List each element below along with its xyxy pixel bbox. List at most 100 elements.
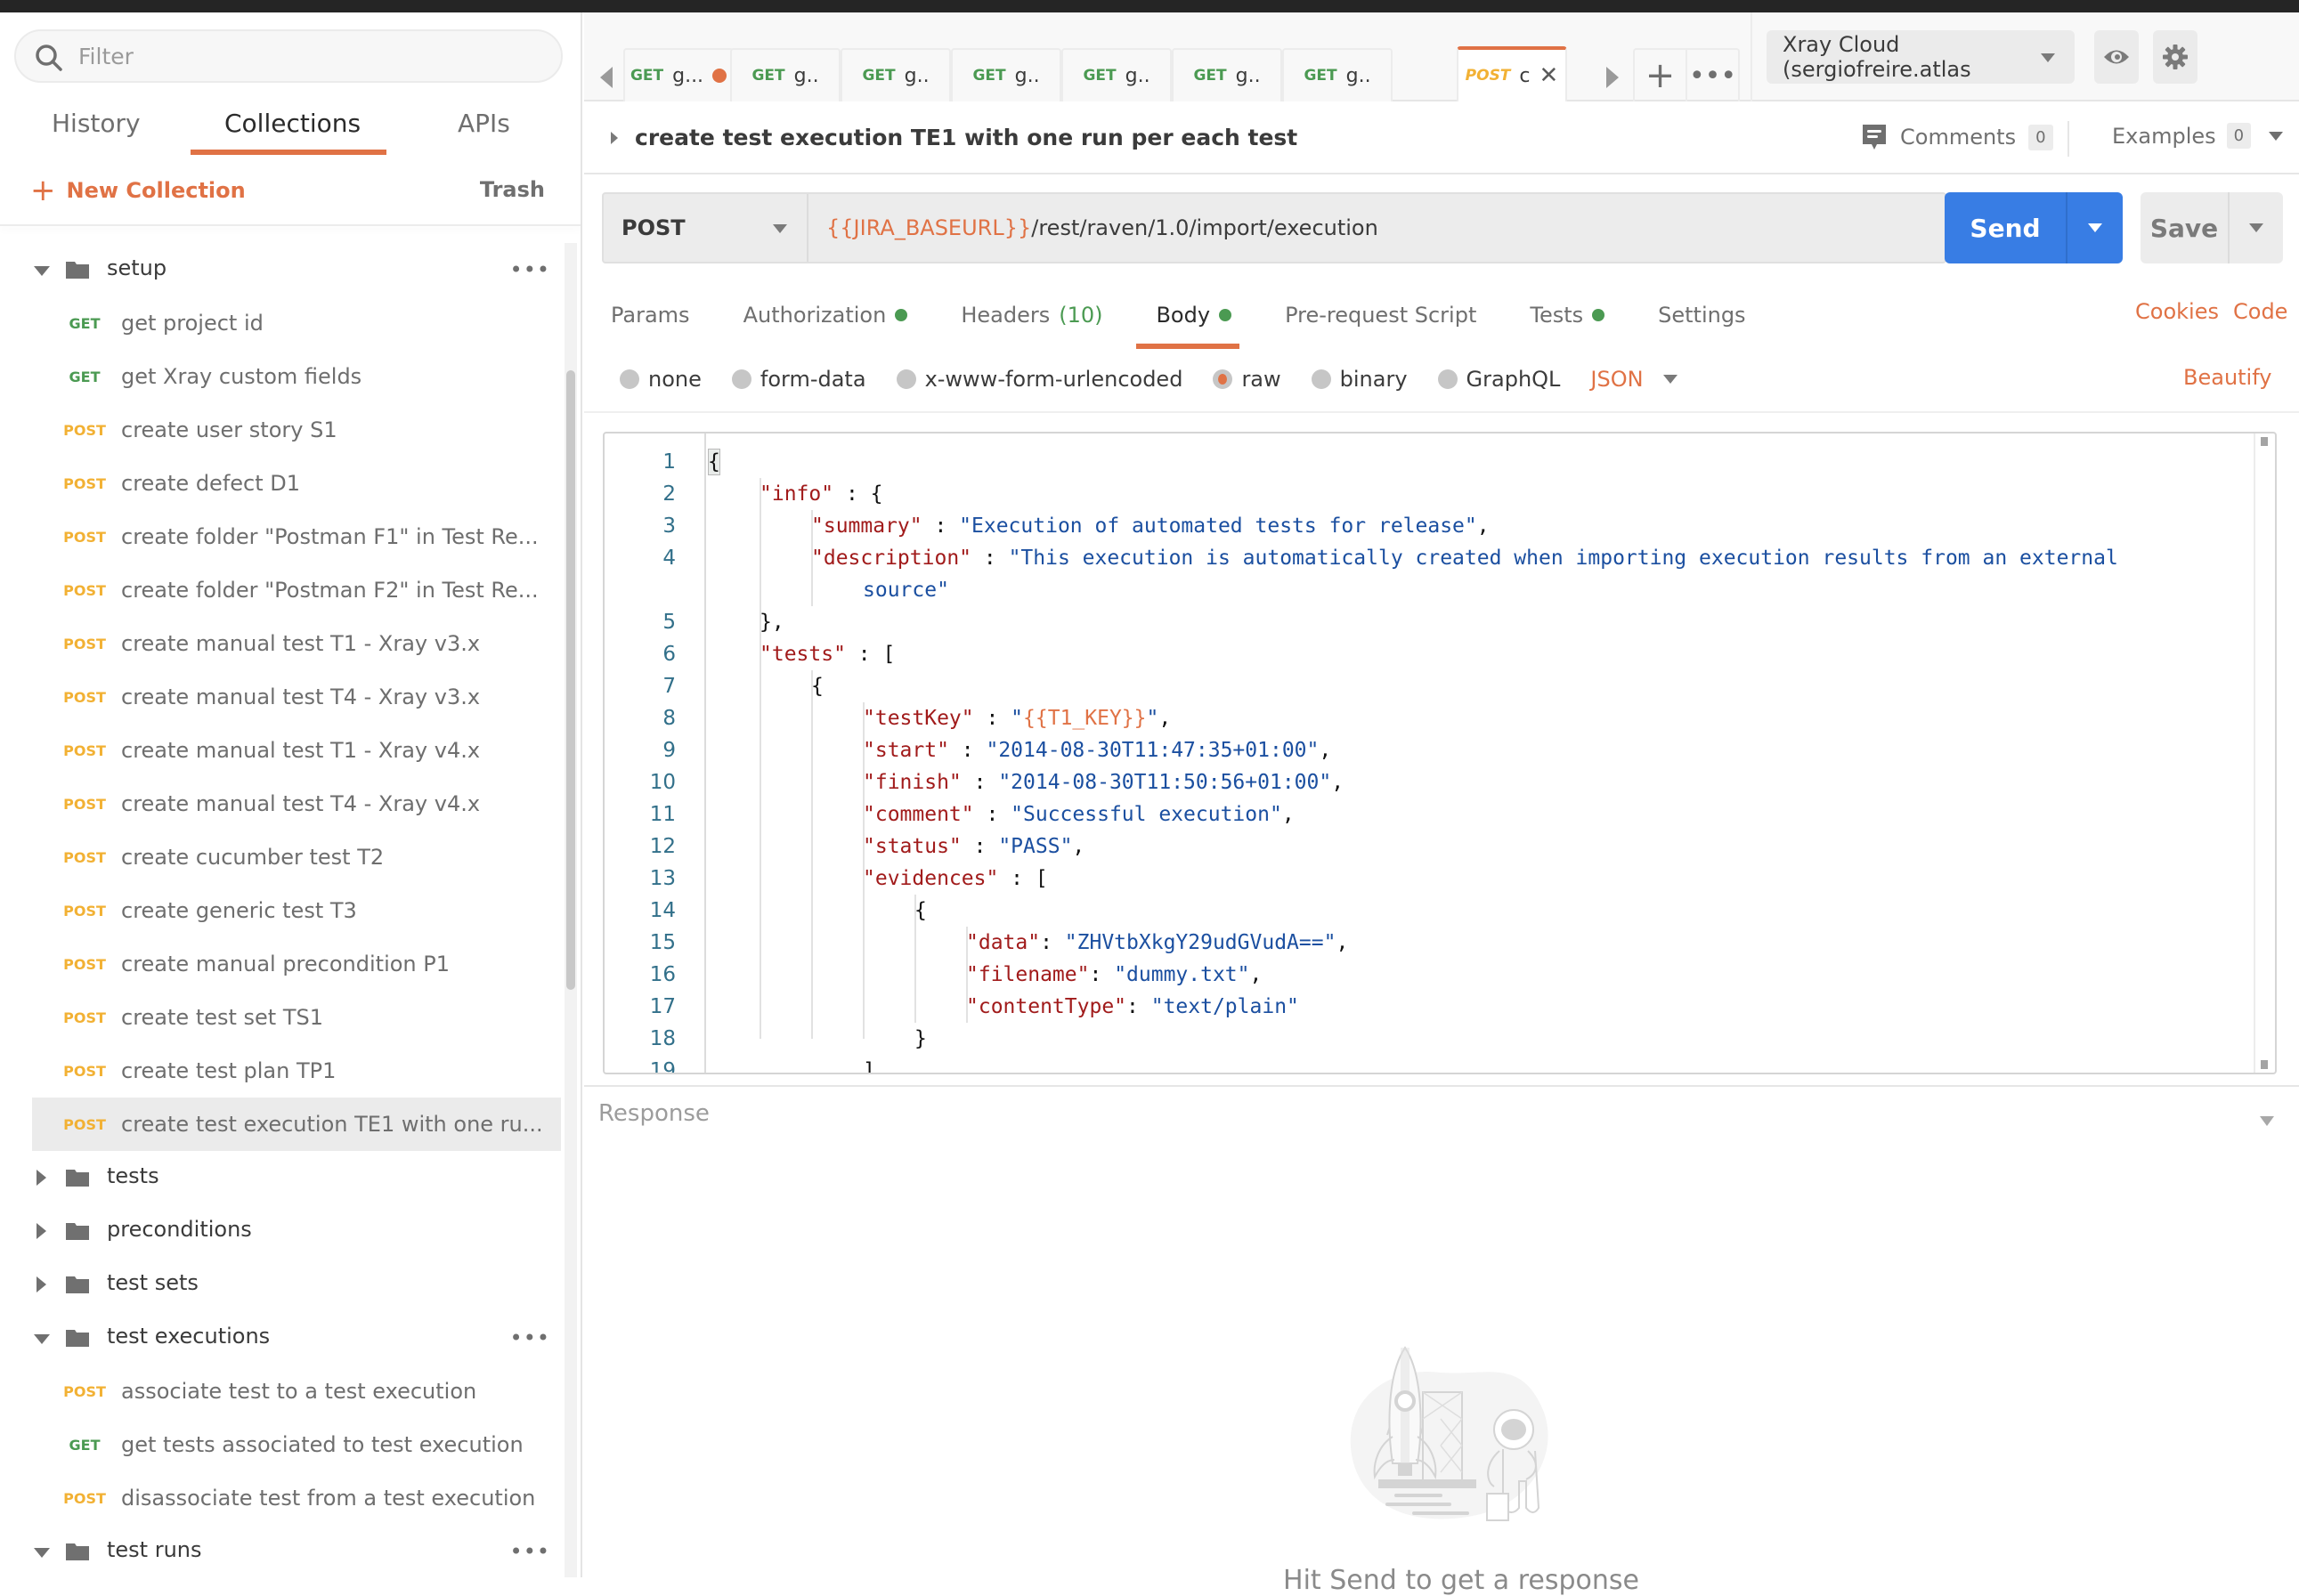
request-item[interactable]: POST create cucumber test T2 (0, 830, 565, 884)
environment-select[interactable]: Xray Cloud (sergiofreire.atlas (1767, 30, 2075, 84)
request-tab[interactable]: GET g... (623, 48, 734, 101)
examples-button[interactable]: Examples 0 (2112, 123, 2284, 149)
folder-test-executions[interactable]: test executions ••• (0, 1311, 565, 1365)
radio-binary[interactable]: binary (1311, 367, 1408, 392)
save-button[interactable]: Save (2141, 192, 2230, 263)
folder-setup[interactable]: setup ••• (0, 243, 565, 296)
send-options-button[interactable] (2067, 192, 2123, 263)
caret-right-icon[interactable] (37, 1170, 46, 1186)
comments-button[interactable]: Comments 0 (1861, 123, 2053, 151)
request-item[interactable]: POST create manual precondition P1 (0, 937, 565, 991)
request-item[interactable]: POST create manual test T1 - Xray v4.x (0, 724, 565, 777)
more-actions-icon[interactable]: ••• (510, 1325, 550, 1350)
manage-environments-button[interactable] (2153, 30, 2197, 84)
expand-description-icon[interactable] (611, 132, 618, 144)
more-actions-icon[interactable]: ••• (510, 1539, 550, 1564)
body-editor[interactable]: 1{2 "info" : {3 "summary" : "Execution of … (603, 432, 2277, 1074)
divider (584, 411, 2299, 413)
tab-params[interactable]: Params (611, 296, 690, 335)
caret-right-icon[interactable] (37, 1223, 46, 1239)
chevron-down-icon[interactable] (2260, 1116, 2274, 1126)
radio-x-www-form-urlencoded[interactable]: x-www-form-urlencoded (896, 367, 1182, 392)
beautify-link[interactable]: Beautify (2183, 365, 2271, 390)
radio-unselected-icon[interactable] (896, 369, 916, 389)
request-item[interactable]: POST disassociate test from a test execut… (0, 1471, 565, 1525)
request-item[interactable]: GET get Xray custom fields (0, 350, 565, 403)
request-item[interactable]: POST create folder "Postman F1" in Test R… (0, 510, 565, 563)
request-item[interactable]: POST create folder "Postman F2" in Test R… (0, 563, 565, 617)
more-tabs-button[interactable]: ••• (1687, 50, 1738, 101)
caret-down-icon[interactable] (34, 266, 50, 276)
new-collection-button[interactable]: + New Collection (30, 175, 246, 206)
request-tab[interactable]: GET g.. (1172, 48, 1282, 101)
tab-history[interactable]: History (52, 109, 141, 138)
request-item[interactable]: POST create manual test T4 - Xray v3.x (0, 670, 565, 724)
request-tab[interactable]: POST c ✕ (1457, 46, 1567, 101)
tab-tests[interactable]: Tests (1530, 296, 1605, 335)
request-tab[interactable]: GET g.. (730, 48, 841, 101)
tab-apis[interactable]: APIs (458, 109, 510, 138)
caret-down-icon[interactable] (34, 1334, 50, 1344)
radio-form-data[interactable]: form-data (731, 367, 866, 392)
filter-input[interactable] (78, 38, 541, 74)
folder-tests[interactable]: tests (0, 1151, 565, 1204)
radio-none[interactable]: none (620, 367, 702, 392)
caret-right-icon[interactable] (37, 1276, 46, 1292)
environment-quick-look-button[interactable] (2094, 30, 2139, 84)
url-input[interactable]: {{JIRA_BASEURL}}/rest/raven/1.0/import/e… (808, 194, 1945, 262)
save-options-button[interactable] (2230, 192, 2283, 263)
raw-format-select[interactable]: JSON (1590, 367, 1678, 392)
json-punctuation: : (1089, 963, 1115, 986)
request-item[interactable]: GET get tests associated to test executio… (0, 1418, 565, 1471)
caret-down-icon[interactable] (34, 1548, 50, 1558)
folder-preconditions[interactable]: preconditions (0, 1204, 565, 1258)
method-badge: POST (63, 474, 106, 492)
more-actions-icon[interactable]: ••• (510, 257, 550, 282)
request-item[interactable]: POST create generic test T3 (0, 884, 565, 937)
new-tab-button[interactable]: + (1635, 50, 1687, 101)
scroll-tabs-left-icon[interactable] (600, 67, 613, 88)
filter-field[interactable] (14, 29, 563, 83)
code-link[interactable]: Code (2233, 299, 2287, 324)
request-tab[interactable]: GET g.. (1282, 48, 1393, 101)
trash-button[interactable]: Trash (480, 177, 545, 202)
radio-raw[interactable]: raw (1213, 367, 1281, 392)
radio-graphql[interactable]: GraphQL (1437, 367, 1560, 392)
request-item[interactable]: POST create user story S1 (0, 403, 565, 457)
request-tab[interactable]: GET g.. (951, 48, 1061, 101)
folder-test-sets[interactable]: test sets (0, 1258, 565, 1311)
radio-unselected-icon[interactable] (620, 369, 639, 389)
request-tab[interactable]: GET g.. (1061, 48, 1172, 101)
method-select[interactable]: POST (604, 194, 808, 262)
request-name[interactable]: create test execution TE1 with one run p… (635, 125, 1297, 150)
tab-collections[interactable]: Collections (224, 109, 361, 138)
request-item[interactable]: GET get project id (0, 296, 565, 350)
response-divider[interactable] (584, 1085, 2299, 1087)
radio-unselected-icon[interactable] (1311, 369, 1331, 389)
scroll-up-handle[interactable] (2261, 437, 2268, 446)
sidebar-scrollbar-thumb[interactable] (566, 370, 575, 990)
tab-authorization[interactable]: Authorization (743, 296, 908, 335)
request-tab[interactable]: GET g.. (841, 48, 951, 101)
tab-pre-request-script[interactable]: Pre-request Script (1285, 296, 1476, 335)
editor-scrollbar[interactable] (2254, 433, 2275, 1073)
request-item[interactable]: POST create test plan TP1 (0, 1044, 565, 1098)
close-tab-icon[interactable]: ✕ (1539, 62, 1559, 89)
scroll-down-handle[interactable] (2261, 1060, 2268, 1069)
tab-settings[interactable]: Settings (1658, 296, 1745, 335)
send-button[interactable]: Send (1945, 192, 2067, 263)
radio-unselected-icon[interactable] (731, 369, 751, 389)
request-item[interactable]: POST create manual test T1 - Xray v3.x (0, 617, 565, 670)
request-item[interactable]: POST associate test to a test execution (0, 1365, 565, 1418)
request-item[interactable]: POST create manual test T4 - Xray v4.x (0, 777, 565, 830)
tab-body[interactable]: Body (1156, 296, 1232, 335)
tab-headers[interactable]: Headers (10) (961, 296, 1102, 335)
request-item[interactable]: POST create test set TS1 (0, 991, 565, 1044)
scroll-tabs-right-icon[interactable] (1606, 67, 1619, 88)
request-item[interactable]: POST create defect D1 (0, 457, 565, 510)
cookies-link[interactable]: Cookies (2135, 299, 2219, 324)
folder-test-runs[interactable]: test runs ••• (0, 1525, 565, 1577)
request-item[interactable]: POST create test execution TE1 with one r… (32, 1098, 561, 1151)
radio-selected-icon[interactable] (1213, 369, 1233, 389)
radio-unselected-icon[interactable] (1437, 369, 1458, 389)
